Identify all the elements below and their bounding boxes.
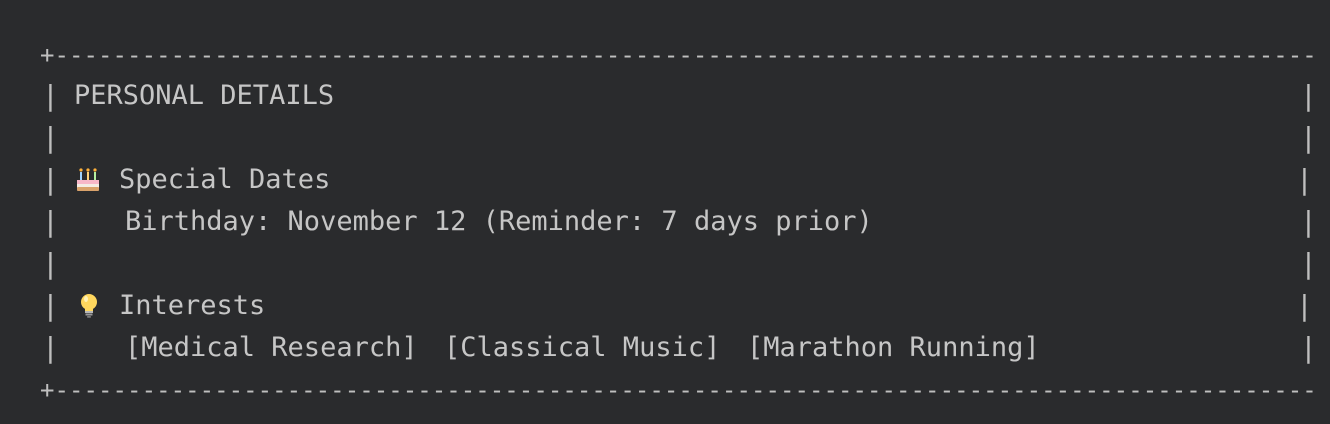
interest-tag-classical-music: [Classical Music]	[444, 332, 721, 363]
birthday-line: Birthday: November 12 (Reminder: 7 days …	[125, 206, 873, 237]
right-border: |	[1296, 289, 1313, 322]
right-border: |	[1300, 121, 1317, 154]
right-border: |	[1300, 247, 1317, 280]
right-border: |	[1300, 331, 1317, 364]
left-border: |	[42, 121, 59, 154]
left-border: |	[42, 163, 59, 196]
interests-heading: Interests	[119, 290, 266, 321]
left-border: |	[42, 247, 59, 280]
top-border: +---------------------------------------…	[40, 43, 1320, 67]
interest-tag-medical-research: [Medical Research]	[125, 332, 418, 363]
lightbulb-icon	[81, 294, 97, 318]
birthday-cake-icon	[77, 168, 99, 191]
right-border: |	[1300, 79, 1317, 112]
left-border: |	[42, 331, 59, 364]
bottom-border: +---------------------------------------…	[40, 378, 1320, 402]
left-border: |	[42, 79, 59, 112]
personal-details-panel: +---------------------------------------…	[0, 0, 1330, 424]
special-dates-heading: Special Dates	[119, 164, 331, 195]
section-title: PERSONAL DETAILS	[74, 80, 335, 111]
left-border: |	[42, 289, 59, 322]
left-border: |	[42, 205, 59, 238]
right-border: |	[1300, 205, 1317, 238]
right-border: |	[1296, 163, 1313, 196]
interest-tag-marathon-running: [Marathon Running]	[747, 332, 1040, 363]
